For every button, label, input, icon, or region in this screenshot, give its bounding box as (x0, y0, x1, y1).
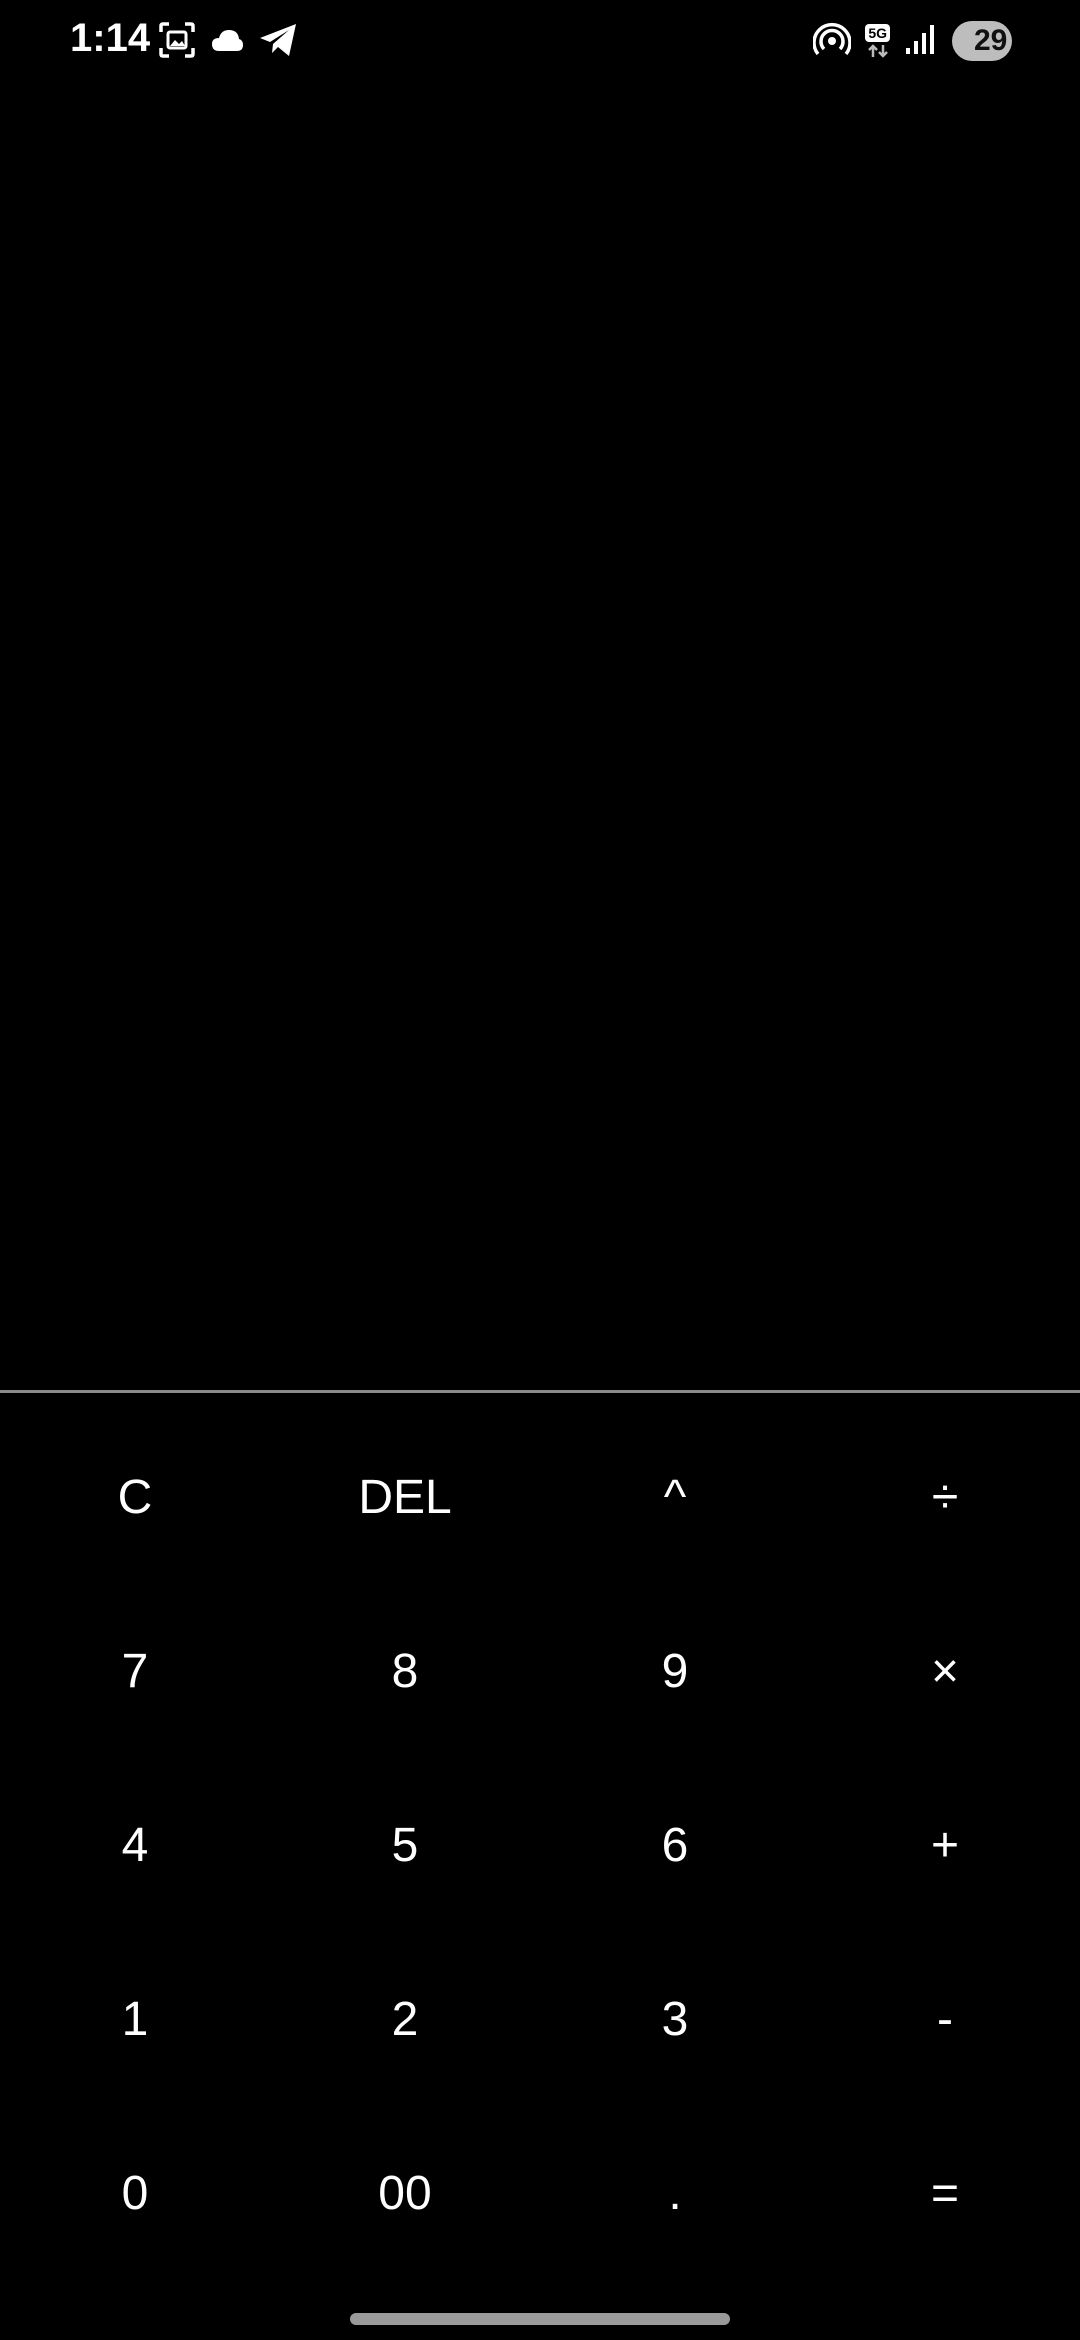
multiply-button[interactable]: × (810, 1584, 1080, 1758)
digit-0-button[interactable]: 0 (0, 2106, 270, 2280)
display-divider (0, 1390, 1080, 1393)
battery-level: 29 (974, 24, 1008, 57)
digit-5-button[interactable]: 5 (270, 1758, 540, 1932)
digit-3-button[interactable]: 3 (540, 1932, 810, 2106)
hotspot-icon (812, 20, 852, 63)
status-right-icons: 5G 29 (812, 18, 1012, 64)
divide-button[interactable]: ÷ (810, 1410, 1080, 1584)
digit-7-button[interactable]: 7 (0, 1584, 270, 1758)
digit-1-button[interactable]: 1 (0, 1932, 270, 2106)
digit-2-button[interactable]: 2 (270, 1932, 540, 2106)
signal-icon (904, 22, 938, 61)
add-button[interactable]: + (810, 1758, 1080, 1932)
network-5g-icon: 5G (865, 24, 890, 58)
digit-4-button[interactable]: 4 (0, 1758, 270, 1932)
digit-6-button[interactable]: 6 (540, 1758, 810, 1932)
subtract-button[interactable]: - (810, 1932, 1080, 2106)
digit-9-button[interactable]: 9 (540, 1584, 810, 1758)
home-indicator[interactable] (350, 2313, 730, 2325)
power-button[interactable]: ^ (540, 1410, 810, 1584)
status-left-icons (158, 20, 298, 64)
decimal-button[interactable]: . (540, 2106, 810, 2280)
calculator-screen: 1:14 5G 29 C DEL ^ ÷ 7 8 9 × 4 5 6 + 1 2… (0, 0, 1080, 2340)
calculator-display (0, 84, 1080, 1390)
clear-button[interactable]: C (0, 1410, 270, 1584)
status-time: 1:14 (70, 16, 151, 60)
equals-button[interactable]: = (810, 2106, 1080, 2280)
status-bar: 1:14 5G 29 (0, 0, 1080, 84)
telegram-icon (258, 22, 298, 63)
digit-8-button[interactable]: 8 (270, 1584, 540, 1758)
double-zero-button[interactable]: 00 (270, 2106, 540, 2280)
network-label: 5G (865, 24, 890, 42)
keypad: C DEL ^ ÷ 7 8 9 × 4 5 6 + 1 2 3 - 0 00 .… (0, 1410, 1080, 2280)
delete-button[interactable]: DEL (270, 1410, 540, 1584)
cloud-icon (210, 27, 244, 58)
screenshot-icon (158, 21, 196, 64)
battery-icon: 29 (952, 21, 1012, 61)
